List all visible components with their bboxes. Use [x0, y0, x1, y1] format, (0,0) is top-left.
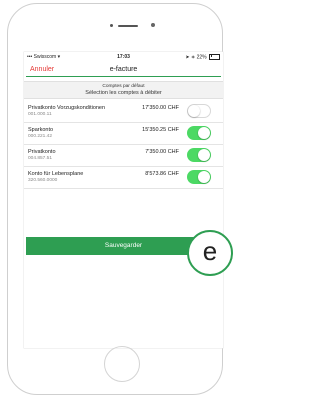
info-box: Comptes par défaut Sélection les comptes…	[24, 81, 223, 100]
account-number: 000.221.42	[28, 134, 53, 140]
account-balance: 8'573.86 CHF	[145, 171, 179, 178]
account-number: 004.857.51	[28, 156, 53, 162]
toggle-knob	[198, 127, 210, 140]
account-balance: 17'350.00 CHF	[142, 105, 179, 112]
account-balance: 7'350.00 CHF	[145, 149, 179, 156]
sensor-dot	[110, 24, 113, 27]
e-badge: e	[187, 230, 233, 276]
phone-frame: ••• Swisscom ▾ 17:03 ➤ ∗ 22% Annuler e-f…	[7, 3, 223, 395]
account-toggle[interactable]	[187, 104, 211, 119]
status-time: 17:03	[117, 54, 130, 60]
account-toggle[interactable]	[187, 126, 211, 141]
account-number: 001.000.11	[28, 112, 52, 118]
account-row: Privatkonto 004.857.51 7'350.00 CHF	[24, 145, 223, 168]
badge-letter: e	[202, 236, 218, 266]
earpiece-speaker	[118, 25, 138, 27]
status-bar: ••• Swisscom ▾ 17:03 ➤ ∗ 22%	[24, 52, 223, 62]
account-balance: 15'350.25 CHF	[142, 127, 179, 134]
page-title: e-facture	[109, 65, 138, 73]
toggle-knob	[198, 149, 210, 162]
header-divider	[26, 76, 221, 78]
accounts-list: Privatkonto Vorzugskonditionen 001.000.1…	[24, 101, 223, 190]
account-row: Konto für Lebensplane 320.560.0000 8'573…	[24, 167, 223, 190]
stage: ••• Swisscom ▾ 17:03 ➤ ∗ 22% Annuler e-f…	[0, 0, 244, 398]
account-toggle[interactable]	[187, 170, 211, 185]
info-line2: Sélection les comptes à débiter	[85, 89, 162, 96]
account-row: Privatkonto Vorzugskonditionen 001.000.1…	[24, 101, 223, 124]
front-camera	[151, 23, 155, 27]
account-toggle[interactable]	[187, 148, 211, 163]
nav-bar: Annuler e-facture	[24, 62, 223, 76]
home-button[interactable]	[104, 346, 140, 382]
phone-screen: ••• Swisscom ▾ 17:03 ➤ ∗ 22% Annuler e-f…	[24, 52, 223, 348]
battery-icon	[209, 53, 220, 60]
account-row: Sparkonto 000.221.42 15'350.25 CHF	[24, 123, 223, 146]
account-number: 320.560.0000	[28, 178, 58, 184]
toggle-knob	[188, 105, 200, 118]
account-name: Privatkonto	[28, 149, 56, 156]
account-name: Konto für Lebensplane	[28, 171, 84, 178]
account-name: Sparkonto	[28, 127, 54, 134]
account-name: Privatkonto Vorzugskonditionen	[28, 105, 106, 112]
toggle-knob	[198, 171, 210, 184]
